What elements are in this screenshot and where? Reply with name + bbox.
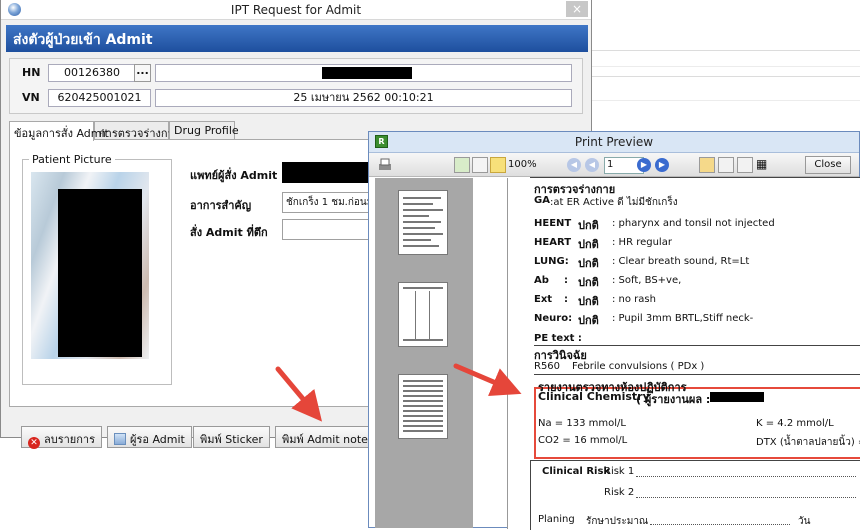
thumbnail-page-1[interactable] — [398, 190, 448, 255]
diagnosis-text: Febrile convulsions ( PDx ) — [572, 361, 705, 372]
finding-detail: : HR regular — [612, 237, 672, 248]
finding-label: Ab — [534, 275, 549, 286]
finding-label: HEENT — [534, 218, 572, 229]
single-page-icon[interactable] — [699, 157, 715, 173]
hn-lookup-button[interactable]: ... — [134, 64, 151, 82]
lab-na: Na = 133 mmol/L — [538, 418, 626, 429]
document-icon — [114, 433, 126, 445]
preview-page: การตรวจร่างกาย GA :at ER Active ดี ไม่มี… — [507, 177, 860, 530]
vn-label: VN — [22, 91, 40, 104]
visit-datetime-field: 25 เมษายน 2562 00:10:21 — [155, 89, 572, 107]
finding-detail: : Clear breath sound, Rt=Lt — [612, 256, 750, 267]
finding-detail: : Pupil 3mm BRTL,Stiff neck- — [612, 313, 754, 324]
delete-icon: ✕ — [28, 437, 40, 449]
page-thumbnails — [375, 178, 473, 528]
title-bar: IPT Request for Admit × — [1, 0, 591, 20]
finding-detail: : Soft, BS+ve, — [612, 275, 682, 286]
ward-field[interactable] — [282, 219, 372, 240]
redacted-photo — [58, 189, 142, 357]
finding-status: ปกติ — [578, 314, 599, 327]
hn-field[interactable]: 00126380 — [48, 64, 136, 82]
finding-status: ปกติ — [578, 257, 599, 270]
waiting-admit-button[interactable]: ผู้รอ Admit — [107, 426, 192, 448]
lab-k: K = 4.2 mmol/L — [756, 418, 834, 429]
finding-label: LUNG: — [534, 256, 569, 267]
preview-title-bar: R Print Preview — [369, 132, 859, 153]
background-window — [590, 0, 860, 130]
preview-title: Print Preview — [574, 135, 654, 149]
prev-page-icon[interactable]: ◀ — [585, 158, 599, 172]
pe-text-label: PE text : — [534, 333, 582, 344]
page-header: ส่งตัวผู้ป่วยเข้า Admit — [6, 25, 588, 52]
clinical-risk-label: Clinical Risk — [542, 466, 611, 477]
vn-field[interactable]: 620425001021 — [48, 89, 151, 107]
zoom-level[interactable]: 100% — [508, 159, 537, 170]
thumbnail-page-2[interactable] — [398, 282, 448, 347]
tab-drug-profile[interactable]: Drug Profile — [169, 121, 239, 140]
print-admit-note-button[interactable]: พิมพ์ Admit note — [275, 426, 375, 448]
lab-reporter-label: ( ผู้รายงานผล : — [636, 393, 711, 406]
page-setup-icon[interactable] — [454, 157, 470, 173]
ga-label: GA — [534, 195, 550, 206]
finding-colon: : — [564, 294, 568, 305]
redacted-name — [322, 67, 412, 79]
close-button[interactable]: × — [566, 1, 588, 17]
finding-label: Ext — [534, 294, 553, 305]
print-icon[interactable] — [377, 157, 393, 173]
doctor-field[interactable] — [282, 162, 372, 183]
finding-detail: : no rash — [612, 294, 656, 305]
delete-button[interactable]: ✕ ลบรายการ — [21, 426, 102, 449]
window-title: IPT Request for Admit — [230, 3, 362, 17]
last-page-icon[interactable]: ▶ — [655, 158, 669, 172]
tab-admit-info[interactable]: ข้อมูลการสั่ง Admit — [9, 121, 109, 141]
redacted-reporter — [710, 392, 764, 402]
ward-label: สั่ง Admit ที่ตึก — [190, 226, 268, 239]
finding-status: ปกติ — [578, 276, 599, 289]
preview-toolbar: 100% ◀ ◀ 1 ▶ ▶ ▦ Close — [369, 153, 859, 177]
thumbnail-page-3[interactable] — [398, 374, 448, 439]
finding-colon: : — [564, 275, 568, 286]
delete-button-label: ลบรายการ — [44, 433, 95, 446]
lab-dtx: DTX (น้ำตาลปลายนิ้ว) = — [756, 437, 860, 448]
print-sticker-button[interactable]: พิมพ์ Sticker — [193, 426, 270, 448]
fit-page-icon[interactable] — [472, 157, 488, 173]
ga-text: :at ER Active ดี ไม่มีชักเกร็ง — [550, 197, 678, 208]
patient-name-field — [155, 64, 572, 82]
planing-day-label: วัน — [798, 516, 811, 527]
lab-subheading: Clinical Chemistry — [538, 390, 650, 403]
two-page-icon[interactable] — [718, 157, 734, 173]
next-page-icon[interactable]: ▶ — [637, 158, 651, 172]
risk1-label: Risk 1 — [604, 466, 635, 477]
planing-label: Planing — [538, 514, 575, 525]
finding-status: ปกติ — [578, 295, 599, 308]
symptom-label: อาการสำคัญ — [190, 199, 252, 212]
finding-label: HEART — [534, 237, 572, 248]
finding-status: ปกติ — [578, 238, 599, 251]
preview-close-button[interactable]: Close — [805, 156, 851, 174]
waiting-admit-label: ผู้รอ Admit — [130, 433, 185, 446]
finding-detail: : pharynx and tonsil not injected — [612, 218, 775, 229]
planing-text: รักษาประมาณ — [586, 516, 649, 527]
lab-co2: CO2 = 16 mmol/L — [538, 435, 628, 446]
doctor-label: แพทย์ผู้สั่ง Admit — [190, 169, 278, 182]
zoom-icon[interactable] — [490, 157, 506, 173]
finding-status: ปกติ — [578, 219, 599, 232]
first-page-icon[interactable]: ◀ — [567, 158, 581, 172]
multi-page-icon[interactable] — [737, 157, 753, 173]
four-page-icon[interactable]: ▦ — [756, 157, 772, 173]
hn-label: HN — [22, 66, 41, 79]
patient-picture-label: Patient Picture — [29, 153, 115, 166]
print-preview-window: R Print Preview 100% ◀ ◀ 1 ▶ ▶ ▦ Close ก… — [368, 131, 860, 530]
risk2-label: Risk 2 — [604, 487, 635, 498]
patient-info-group: HN 00126380 ... VN 620425001021 25 เมษาย… — [9, 58, 583, 114]
symptom-field[interactable]: ชักเกร็ง 1 ชม.ก่อนมา — [282, 192, 372, 213]
diagnosis-code: R560 — [534, 361, 561, 372]
finding-label: Neuro: — [534, 313, 573, 324]
patient-picture-frame — [22, 159, 172, 385]
